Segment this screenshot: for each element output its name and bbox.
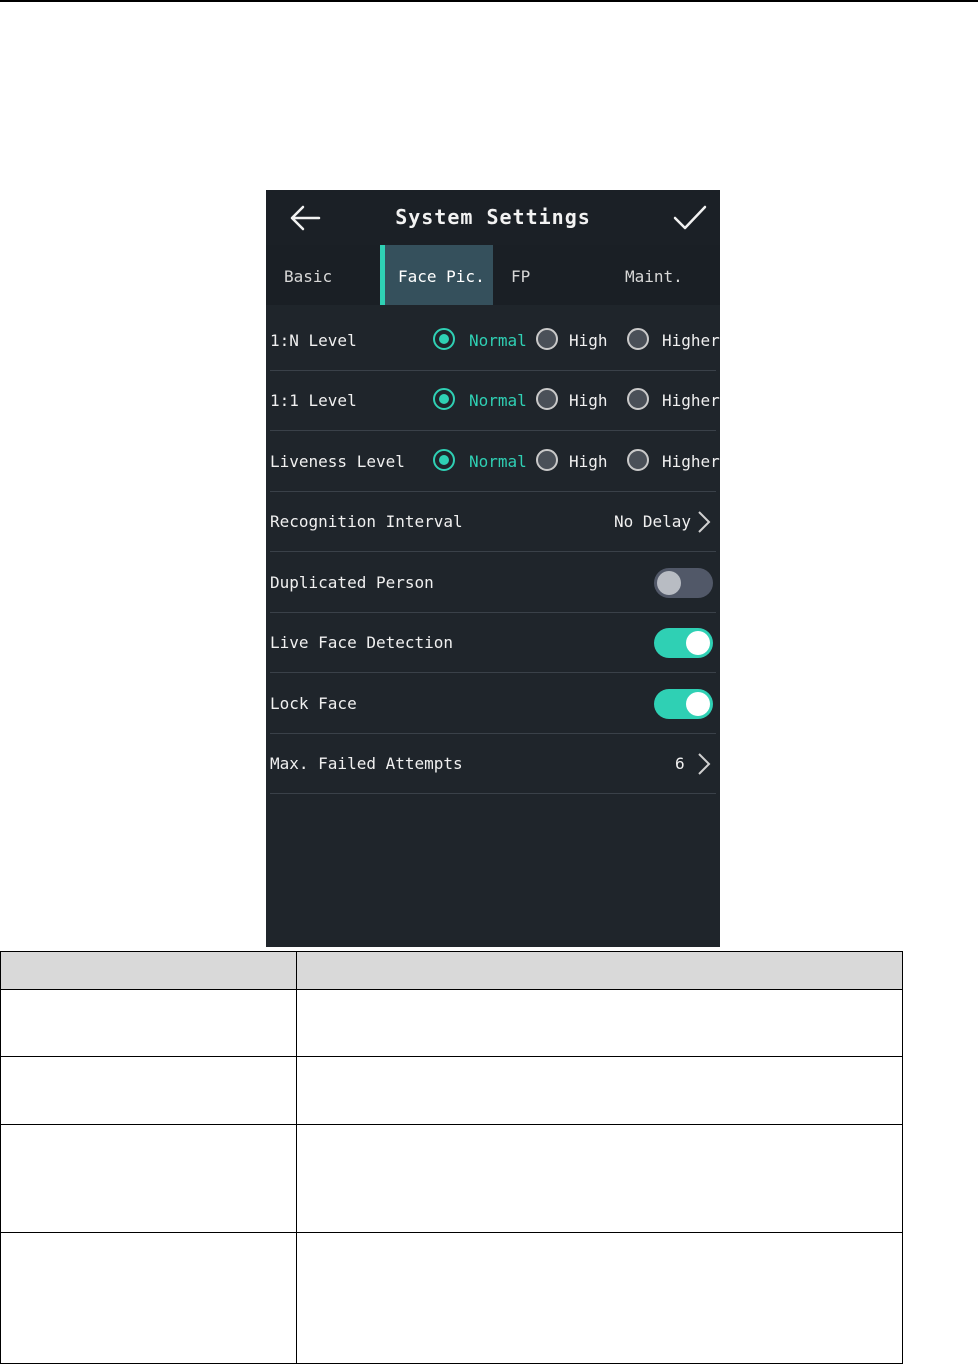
table-row: [0, 1056, 903, 1125]
radio-high[interactable]: [536, 388, 558, 410]
table-cell: [296, 1056, 903, 1125]
radio-higher-label: Higher: [662, 391, 720, 410]
toggle-knob: [686, 692, 710, 716]
radio-high[interactable]: [536, 449, 558, 471]
radio-normal-label: Normal: [469, 452, 527, 471]
description-table: [0, 951, 903, 1364]
table-row: [0, 1232, 903, 1364]
page-title: System Settings: [395, 205, 591, 229]
level-row-11: 1:1 Level Normal High Higher: [270, 371, 720, 431]
tab-maint[interactable]: Maint.: [625, 245, 683, 305]
level-row-liveness: Liveness Level Normal High Higher: [270, 432, 720, 492]
table-cell: [0, 1124, 297, 1233]
toggle-knob: [657, 571, 681, 595]
recognition-interval-value: No Delay: [614, 512, 692, 531]
live-face-detection-row: Live Face Detection: [270, 613, 716, 673]
live-face-detection-label: Live Face Detection: [270, 633, 454, 652]
duplicated-person-row: Duplicated Person: [270, 553, 716, 613]
device-screen: System Settings Basic Face Pic. FP Maint…: [266, 190, 720, 947]
radio-high-label: High: [569, 391, 608, 410]
chevron-right-icon[interactable]: [697, 752, 711, 776]
level-label: 1:1 Level: [270, 391, 357, 410]
table-header-row: [0, 951, 903, 990]
tab-face-pic[interactable]: Face Pic.: [380, 245, 493, 305]
recognition-interval-row[interactable]: Recognition Interval No Delay: [270, 492, 716, 552]
radio-higher[interactable]: [627, 449, 649, 471]
recognition-interval-label: Recognition Interval: [270, 512, 463, 531]
table-cell: [296, 1124, 903, 1233]
table-cell: [0, 1232, 297, 1364]
radio-high[interactable]: [536, 328, 558, 350]
duplicated-person-label: Duplicated Person: [270, 573, 434, 592]
radio-normal-label: Normal: [469, 331, 527, 350]
radio-higher-label: Higher: [662, 331, 720, 350]
table-cell: [0, 1056, 297, 1125]
max-failed-attempts-value: 6: [675, 754, 685, 773]
table-cell: [296, 1232, 903, 1364]
lock-face-label: Lock Face: [270, 694, 357, 713]
live-face-detection-toggle[interactable]: [654, 628, 713, 658]
table-row: [0, 989, 903, 1057]
radio-normal[interactable]: [433, 388, 455, 410]
radio-higher[interactable]: [627, 388, 649, 410]
max-failed-attempts-row[interactable]: Max. Failed Attempts 6: [270, 734, 716, 794]
radio-normal-label: Normal: [469, 391, 527, 410]
chevron-right-icon[interactable]: [697, 510, 711, 534]
level-label: 1:N Level: [270, 331, 357, 350]
radio-higher-label: Higher: [662, 452, 720, 471]
duplicated-person-toggle[interactable]: [654, 568, 713, 598]
table-cell: [0, 989, 297, 1057]
radio-higher[interactable]: [627, 328, 649, 350]
table-header-cell: [0, 951, 297, 990]
page-top-rule: [0, 0, 978, 2]
tab-bar: Basic Face Pic. FP Maint.: [266, 245, 720, 305]
radio-normal[interactable]: [433, 449, 455, 471]
level-row-1n: 1:N Level Normal High Higher: [270, 311, 720, 371]
table-row: [0, 1124, 903, 1233]
lock-face-toggle[interactable]: [654, 689, 713, 719]
radio-high-label: High: [569, 331, 608, 350]
table-cell: [296, 989, 903, 1057]
tab-fp[interactable]: FP: [511, 245, 530, 305]
max-failed-attempts-label: Max. Failed Attempts: [270, 754, 463, 773]
title-bar: System Settings: [266, 190, 720, 245]
toggle-knob: [686, 631, 710, 655]
radio-high-label: High: [569, 452, 608, 471]
tab-basic[interactable]: Basic: [284, 245, 332, 305]
table-header-cell: [296, 951, 903, 990]
level-label: Liveness Level: [270, 452, 405, 471]
lock-face-row: Lock Face: [270, 674, 716, 734]
checkmark-icon[interactable]: [672, 204, 708, 232]
radio-normal[interactable]: [433, 328, 455, 350]
